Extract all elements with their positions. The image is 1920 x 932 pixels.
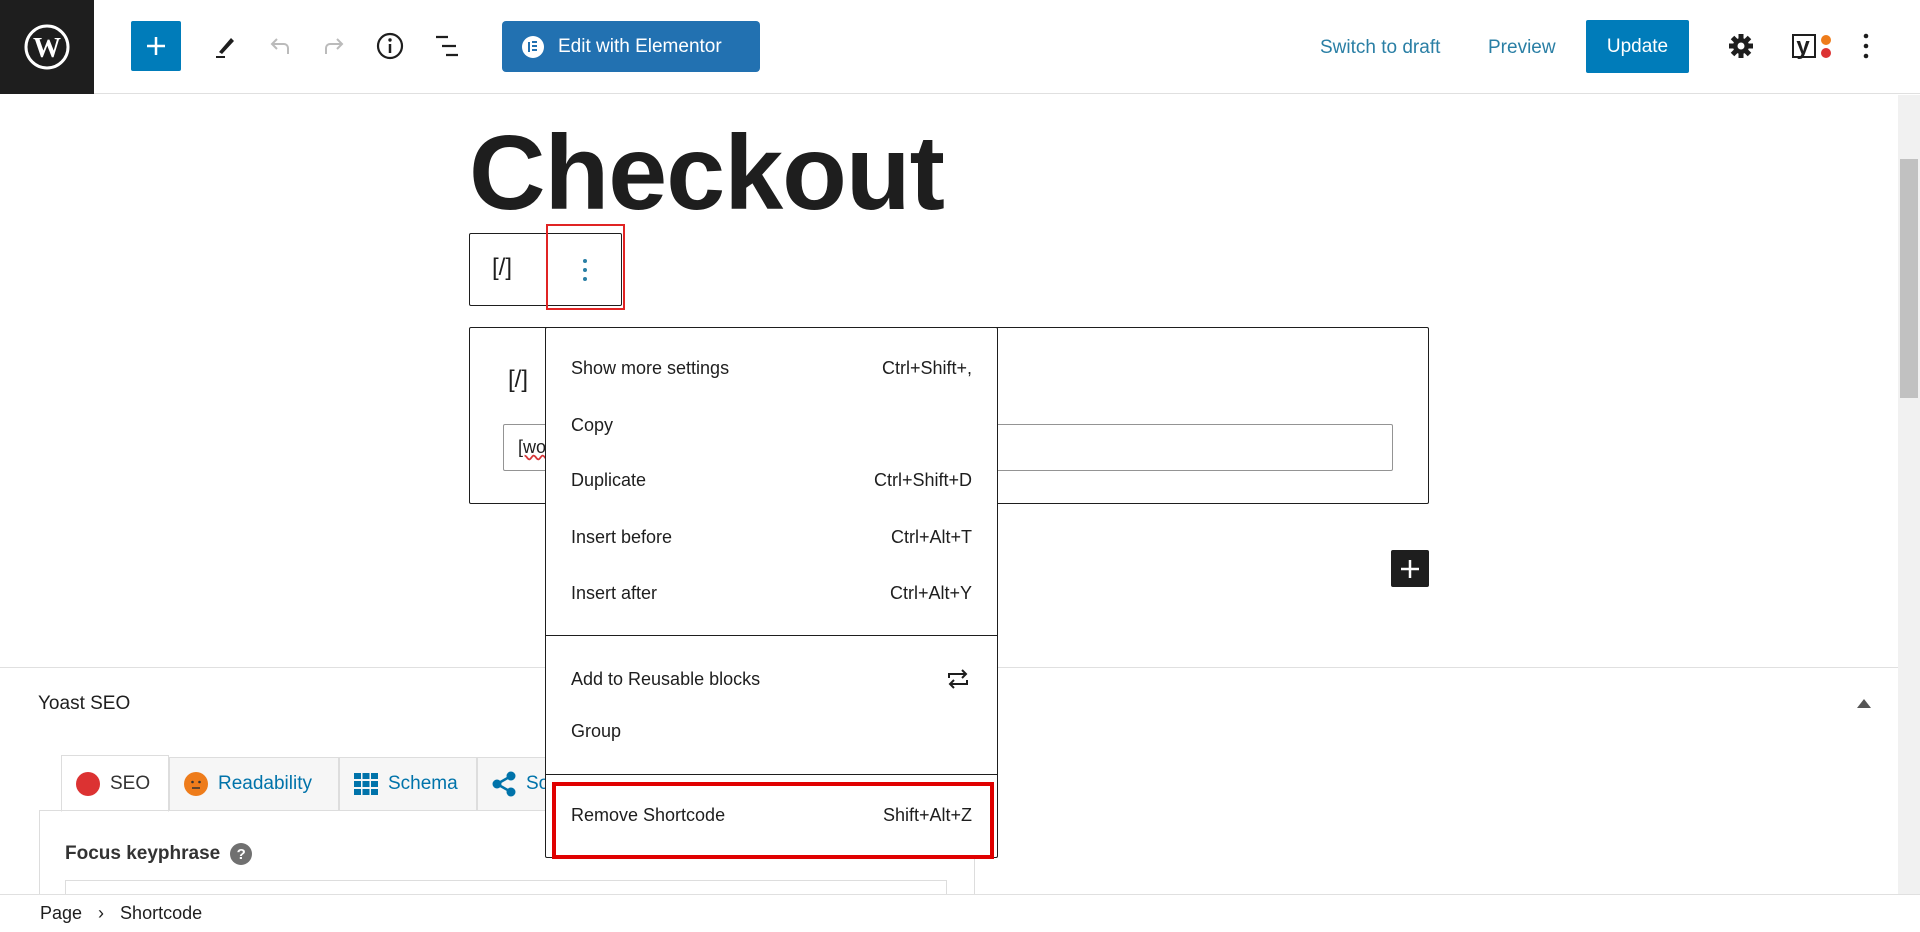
grid-icon: [354, 773, 378, 795]
yoast-panel-title[interactable]: Yoast SEO: [38, 693, 130, 715]
menu-item-add-to-reusable-blocks[interactable]: Add to Reusable blocks: [571, 665, 972, 693]
share-icon: [492, 771, 516, 797]
readability-face-icon: [184, 772, 208, 796]
gear-icon: [1729, 34, 1753, 58]
tab-seo-label: SEO: [110, 772, 151, 794]
shortcode-value: [wo: [518, 437, 547, 457]
help-icon[interactable]: ?: [230, 843, 253, 865]
menu-item-shortcut: Ctrl+Shift+,: [881, 358, 972, 378]
update-button[interactable]: Update: [1586, 20, 1689, 73]
menu-item-duplicate[interactable]: Duplicate Ctrl+Shift+D: [571, 470, 972, 491]
svg-text:y: y: [1796, 33, 1810, 60]
chevron-right-icon: ›: [98, 903, 105, 923]
menu-item-shortcut: Ctrl+Alt+Y: [889, 583, 972, 603]
settings-button[interactable]: [1723, 28, 1759, 64]
menu-separator: [546, 774, 997, 775]
preview-button[interactable]: Preview: [1488, 37, 1556, 59]
edit-with-elementor-label: Edit with Elementor: [558, 35, 722, 57]
tab-readability[interactable]: Readability: [169, 757, 339, 811]
tools-button[interactable]: [205, 26, 245, 66]
page-title[interactable]: Checkout: [469, 120, 945, 226]
wordpress-icon: W: [24, 24, 70, 70]
focus-keyphrase-label: Focus keyphrase ?: [65, 843, 253, 865]
block-options-menu: Show more settings Ctrl+Shift+, Copy Dupl…: [545, 327, 998, 858]
menu-item-insert-after[interactable]: Insert after Ctrl+Alt+Y: [571, 583, 972, 604]
breadcrumb-item-shortcode[interactable]: Shortcode: [120, 903, 202, 924]
plus-icon: [147, 37, 165, 55]
yoast-seo-button[interactable]: y: [1788, 28, 1836, 64]
menu-item-label: Insert after: [571, 583, 658, 603]
menu-item-shortcut: Ctrl+Alt+T: [890, 527, 972, 547]
more-vertical-icon: [1863, 33, 1869, 59]
menu-item-copy[interactable]: Copy: [571, 415, 972, 436]
pencil-icon: [216, 38, 234, 58]
highlight-box: [552, 782, 994, 859]
edit-with-elementor-button[interactable]: Edit with Elementor: [502, 21, 760, 72]
list-view-button[interactable]: [427, 26, 467, 66]
scrollbar-thumb[interactable]: [1900, 159, 1918, 398]
menu-item-label: Duplicate: [571, 470, 647, 490]
tab-seo[interactable]: SEO: [61, 755, 169, 812]
tab-schema[interactable]: Schema: [339, 757, 477, 811]
menu-item-insert-before[interactable]: Insert before Ctrl+Alt+T: [571, 527, 972, 548]
editor-header: W Edit with Elementor Switch to draft Pr…: [0, 0, 1920, 94]
seo-status-red-icon: [76, 771, 100, 796]
breadcrumb: Page › Shortcode: [0, 894, 1920, 932]
redo-button[interactable]: [314, 26, 354, 66]
redo-icon: [325, 38, 344, 54]
options-button[interactable]: [1850, 28, 1882, 64]
elementor-icon: [522, 35, 544, 58]
shortcode-block-icon[interactable]: [/]: [492, 254, 512, 282]
menu-item-show-more-settings[interactable]: Show more settings Ctrl+Shift+,: [571, 358, 972, 379]
menu-item-label: Insert before: [571, 527, 673, 547]
highlight-box: [546, 224, 625, 310]
menu-item-label: Group: [571, 721, 622, 741]
tab-readability-label: Readability: [218, 773, 312, 794]
add-block-inline-button[interactable]: [1391, 550, 1429, 587]
menu-item-label: Copy: [571, 415, 614, 435]
tab-schema-label: Schema: [388, 773, 458, 794]
menu-item-shortcut: Ctrl+Shift+D: [873, 470, 972, 490]
menu-separator: [546, 635, 997, 636]
menu-item-label: Show more settings: [571, 358, 730, 378]
undo-icon: [270, 38, 289, 54]
info-icon: [376, 32, 404, 60]
menu-item-group[interactable]: Group: [571, 721, 972, 742]
reusable-block-icon: [948, 669, 968, 689]
svg-text:W: W: [33, 33, 61, 64]
collapse-triangle-icon[interactable]: [1856, 697, 1872, 709]
add-block-button[interactable]: [131, 21, 181, 71]
focus-keyphrase-text: Focus keyphrase: [65, 843, 221, 864]
details-button[interactable]: [370, 26, 410, 66]
wordpress-logo-button[interactable]: W: [0, 0, 94, 94]
plus-icon: [1401, 559, 1419, 578]
yoast-icon: y: [1792, 33, 1831, 60]
switch-to-draft-button[interactable]: Switch to draft: [1320, 37, 1440, 59]
list-view-icon: [436, 35, 458, 57]
shortcode-block-label-icon: [/]: [508, 366, 529, 393]
breadcrumb-item-page[interactable]: Page: [40, 903, 82, 924]
undo-button[interactable]: [260, 26, 300, 66]
menu-item-label: Add to Reusable blocks: [571, 668, 761, 689]
